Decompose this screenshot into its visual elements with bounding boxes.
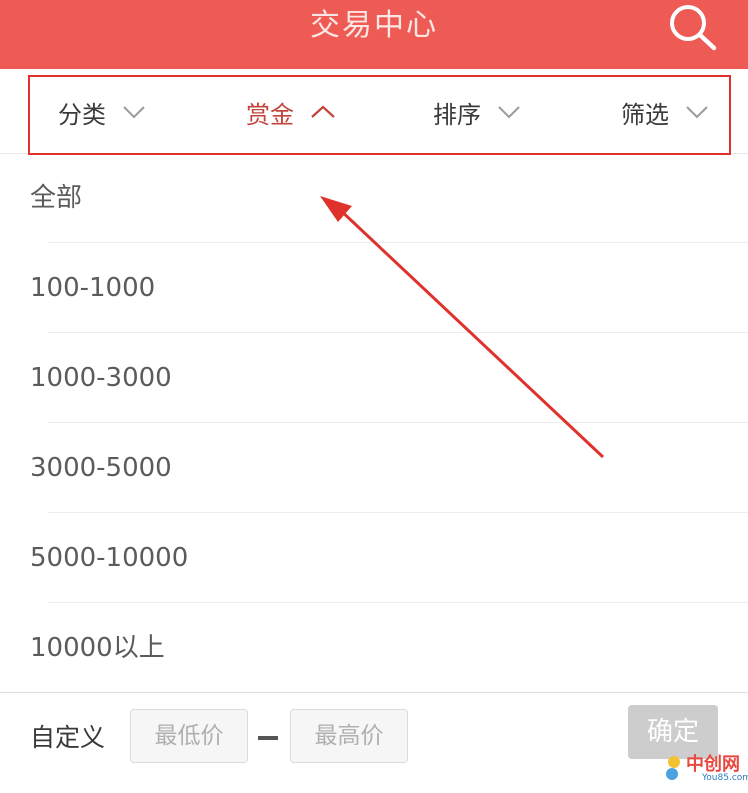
- annotation-arrow: [320, 196, 605, 459]
- watermark-domain: You85.com: [702, 773, 748, 783]
- watermark: 中创网 You85.com: [664, 748, 748, 788]
- logo-icon: [666, 756, 680, 780]
